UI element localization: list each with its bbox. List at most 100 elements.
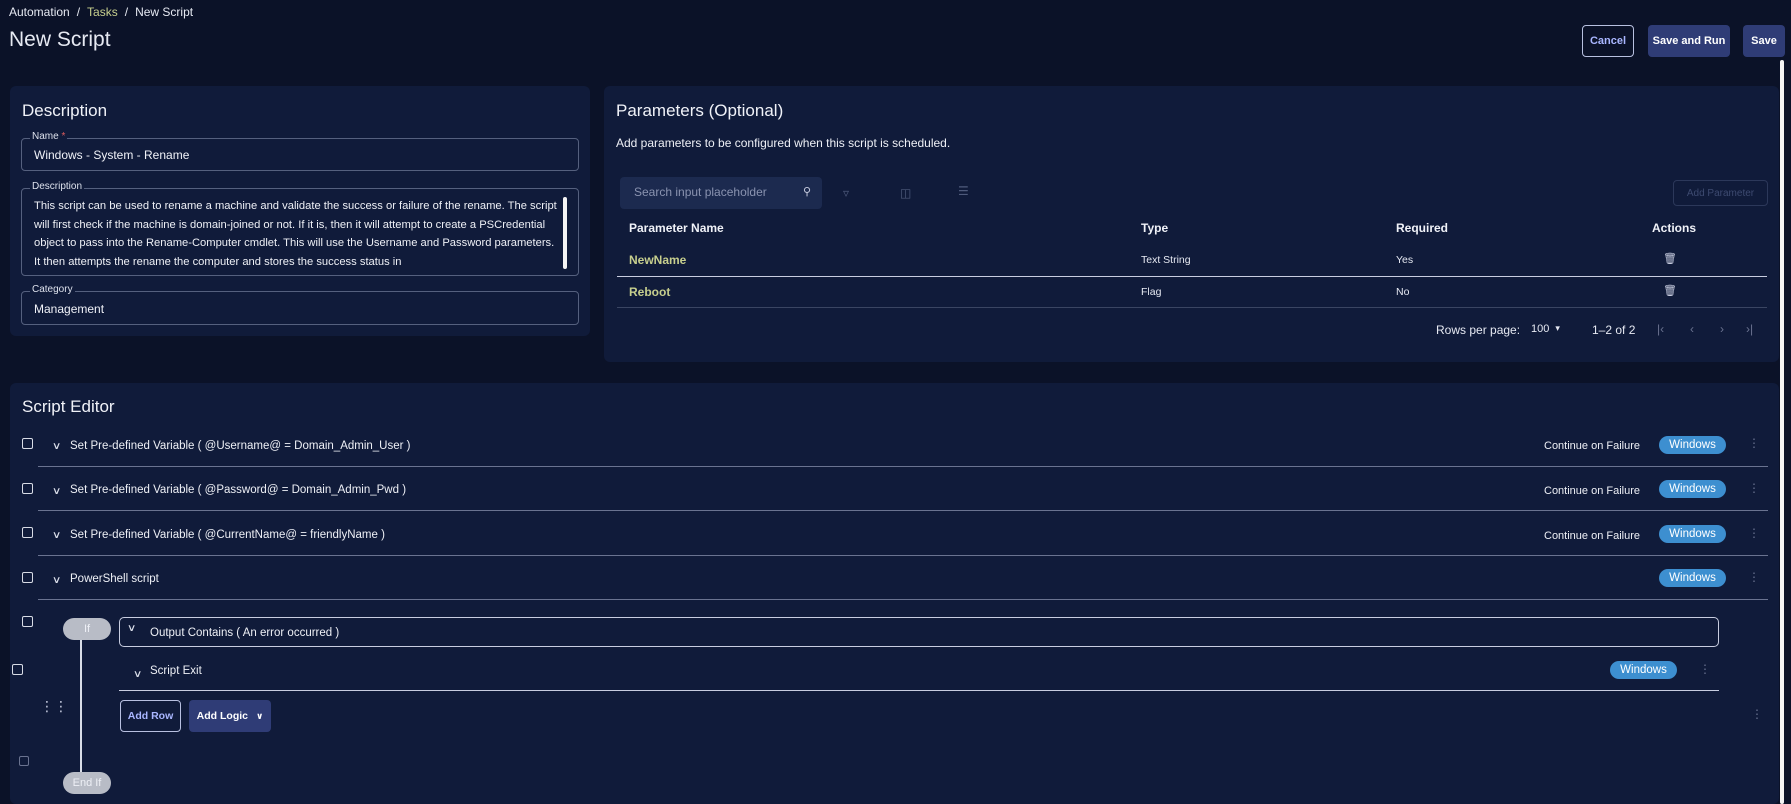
continue-on-failure[interactable]: Continue on Failure xyxy=(1544,530,1640,542)
category-field[interactable]: Category Management xyxy=(21,284,579,325)
step-checkbox[interactable] xyxy=(12,664,23,675)
last-page-icon[interactable]: ›| xyxy=(1746,322,1753,336)
description-field[interactable]: Description This script can be used to r… xyxy=(21,181,579,276)
step-label[interactable]: Set Pre-defined Variable ( @Username@ = … xyxy=(70,440,411,452)
name-label: Name * xyxy=(30,131,68,142)
description-label: Description xyxy=(30,181,85,192)
more-icon[interactable]: ⋮ xyxy=(1751,708,1763,720)
breadcrumb-separator: / xyxy=(76,5,81,19)
step-divider xyxy=(38,599,1768,600)
step-checkbox[interactable] xyxy=(22,616,33,627)
chevron-down-icon[interactable]: ∨ xyxy=(52,530,62,541)
breadcrumb: Automation / Tasks / New Script xyxy=(9,5,193,19)
condition-label: Output Contains ( An error occurred ) xyxy=(150,627,340,639)
page-scrollbar[interactable] xyxy=(1780,60,1784,804)
breadcrumb-automation[interactable]: Automation xyxy=(9,5,70,19)
step-checkbox[interactable] xyxy=(22,572,33,583)
description-title: Description xyxy=(22,101,108,120)
add-logic-label: Add Logic xyxy=(196,710,248,722)
columns-icon[interactable]: ◫ xyxy=(900,186,911,200)
col-type[interactable]: Type xyxy=(1141,221,1168,235)
description-scrollbar[interactable] xyxy=(563,197,567,269)
more-icon[interactable]: ⋮ xyxy=(1748,482,1760,494)
rows-per-page-value: 100 xyxy=(1531,323,1550,335)
breadcrumb-tasks[interactable]: Tasks xyxy=(87,5,118,19)
pagination-range: 1–2 of 2 xyxy=(1592,323,1636,337)
more-icon[interactable]: ⋮ xyxy=(1748,437,1760,449)
step-checkbox[interactable] xyxy=(19,756,29,766)
step-divider xyxy=(38,510,1768,511)
parameters-card: Parameters (Optional) Add parameters to … xyxy=(604,86,1779,362)
add-logic-button[interactable]: Add Logic ∨ xyxy=(189,700,271,732)
add-parameter-button[interactable]: Add Parameter xyxy=(1673,180,1768,206)
chevron-down-icon[interactable]: ∨ xyxy=(133,669,143,680)
col-parameter-name[interactable]: Parameter Name xyxy=(629,221,724,235)
more-icon[interactable]: ⋮ xyxy=(1748,527,1760,539)
name-value: Windows - System - Rename xyxy=(34,148,190,162)
chevron-down-icon[interactable]: ∨ xyxy=(127,623,137,634)
density-icon[interactable]: ☰ xyxy=(958,184,969,198)
step-label[interactable]: Script Exit xyxy=(150,665,202,677)
table-row-name[interactable]: Reboot xyxy=(629,285,670,299)
filter-icon[interactable]: ▿ xyxy=(843,186,849,200)
step-divider xyxy=(119,690,1719,691)
drag-handle-icon[interactable]: ⋮⋮ xyxy=(40,698,68,715)
continue-on-failure[interactable]: Continue on Failure xyxy=(1544,485,1640,497)
first-page-icon[interactable]: |‹ xyxy=(1657,322,1664,336)
category-label: Category xyxy=(30,284,75,295)
delete-icon[interactable]: 🗑 xyxy=(1663,284,1677,297)
save-button[interactable]: Save xyxy=(1743,25,1785,57)
col-actions: Actions xyxy=(1652,221,1697,235)
row-divider xyxy=(617,276,1767,277)
table-row-name[interactable]: NewName xyxy=(629,253,686,267)
table-row-type: Text String xyxy=(1141,254,1191,266)
add-row-button[interactable]: Add Row xyxy=(120,700,181,732)
rows-per-page-label: Rows per page: xyxy=(1436,323,1521,337)
parameters-title: Parameters (Optional) xyxy=(616,101,784,120)
save-and-run-button[interactable]: Save and Run xyxy=(1648,25,1730,57)
name-field[interactable]: Name * Windows - System - Rename xyxy=(21,131,579,171)
step-label[interactable]: Set Pre-defined Variable ( @CurrentName@… xyxy=(70,529,385,541)
continue-on-failure[interactable]: Continue on Failure xyxy=(1544,440,1640,452)
search-input[interactable] xyxy=(634,185,794,199)
more-icon[interactable]: ⋮ xyxy=(1699,663,1711,675)
step-checkbox[interactable] xyxy=(22,527,33,538)
col-required[interactable]: Required xyxy=(1396,221,1448,235)
step-divider xyxy=(38,466,1768,467)
os-badge: Windows xyxy=(1610,661,1677,679)
table-row-required: No xyxy=(1396,286,1410,298)
chevron-down-icon[interactable]: ∨ xyxy=(52,486,62,497)
step-checkbox[interactable] xyxy=(22,438,33,449)
step-label[interactable]: Set Pre-defined Variable ( @Password@ = … xyxy=(70,484,406,496)
chevron-down-icon[interactable]: ∨ xyxy=(52,575,62,586)
breadcrumb-separator: / xyxy=(124,5,129,19)
rows-per-page-select[interactable]: 100 ▾ xyxy=(1531,323,1560,335)
row-divider xyxy=(617,307,1767,308)
cancel-button[interactable]: Cancel xyxy=(1582,25,1634,57)
os-badge: Windows xyxy=(1659,436,1726,454)
table-row-required: Yes xyxy=(1396,254,1414,266)
description-value: This script can be used to rename a mach… xyxy=(34,200,557,268)
next-page-icon[interactable]: › xyxy=(1720,322,1724,336)
chevron-down-icon[interactable]: ∨ xyxy=(52,441,62,452)
more-icon[interactable]: ⋮ xyxy=(1748,571,1760,583)
step-checkbox[interactable] xyxy=(22,483,33,494)
prev-page-icon[interactable]: ‹ xyxy=(1690,322,1694,336)
caret-down-icon: ▾ xyxy=(1555,323,1560,333)
page-title: New Script xyxy=(9,28,111,51)
chevron-down-icon: ∨ xyxy=(256,710,264,721)
category-value: Management xyxy=(34,302,105,316)
breadcrumb-current: New Script xyxy=(135,5,194,19)
table-row-type: Flag xyxy=(1141,286,1162,298)
search-box[interactable]: ⚲ xyxy=(620,177,822,209)
step-label[interactable]: PowerShell script xyxy=(70,573,159,585)
search-icon[interactable]: ⚲ xyxy=(803,185,811,198)
parameters-subtitle: Add parameters to be configured when thi… xyxy=(616,136,951,150)
condition-row[interactable]: ∨ Output Contains ( An error occurred ) xyxy=(119,617,1719,647)
step-divider xyxy=(38,555,1768,556)
os-badge: Windows xyxy=(1659,569,1726,587)
if-connector-line xyxy=(80,640,82,783)
if-badge: If xyxy=(63,618,111,640)
script-editor-title: Script Editor xyxy=(22,397,115,416)
delete-icon[interactable]: 🗑 xyxy=(1663,252,1677,265)
